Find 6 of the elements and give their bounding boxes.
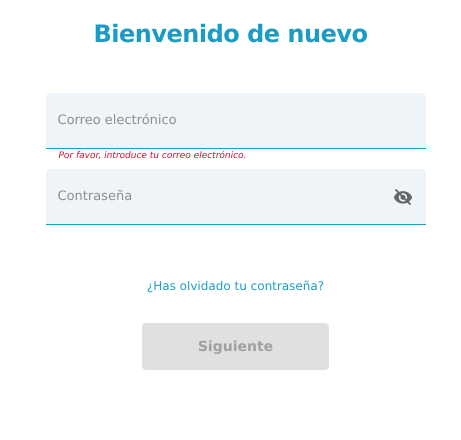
error-message: Por favor, introduce tu correo electrónico. (58, 151, 246, 162)
password-field[interactable]: Contraseña (46, 169, 426, 225)
page-title: Bienvenido de nuevo (93, 20, 368, 48)
email-field[interactable]: Correo electrónico (46, 93, 426, 149)
forgot-password-link[interactable]: ¿Has olvidado tu contraseña? (146, 279, 324, 293)
eye-slash-icon[interactable] (392, 187, 414, 207)
